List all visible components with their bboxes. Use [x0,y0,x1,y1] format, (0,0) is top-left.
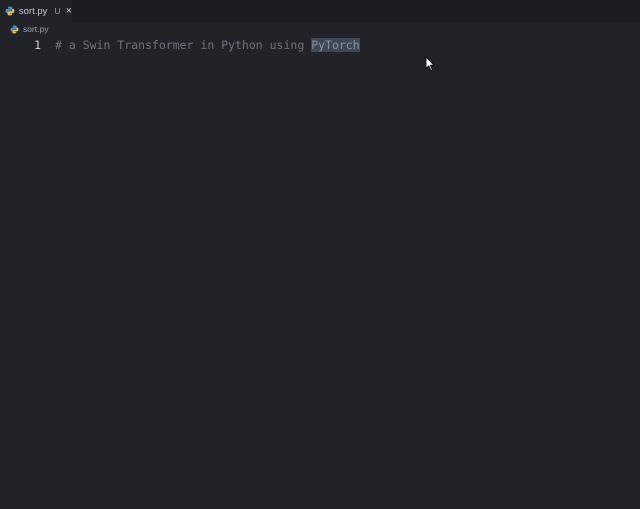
code-line[interactable]: 1 # a Swin Transformer in Python using P… [0,36,640,54]
tab-label: sort.py [18,5,48,17]
editor-window: sort.py U × sort.py 1 # a Swin Transform… [0,0,640,509]
tab-sort-py[interactable]: sort.py U × [0,0,72,22]
tab-bar: sort.py U × [0,0,640,22]
line-number: 1 [34,38,41,52]
code-comment[interactable]: # a Swin Transformer in Python using PyT… [55,38,360,52]
python-icon [10,25,19,33]
untracked-badge: U [54,6,61,16]
breadcrumb: sort.py [0,22,640,36]
code-editor[interactable]: 1 # a Swin Transformer in Python using P… [0,36,640,509]
selected-text: PyTorch [311,38,360,52]
breadcrumb-file[interactable]: sort.py [23,24,49,34]
comment-text: # a Swin Transformer in Python using [55,38,312,52]
python-icon [5,6,15,16]
mouse-pointer-icon [425,56,435,71]
close-icon[interactable]: × [66,5,72,17]
